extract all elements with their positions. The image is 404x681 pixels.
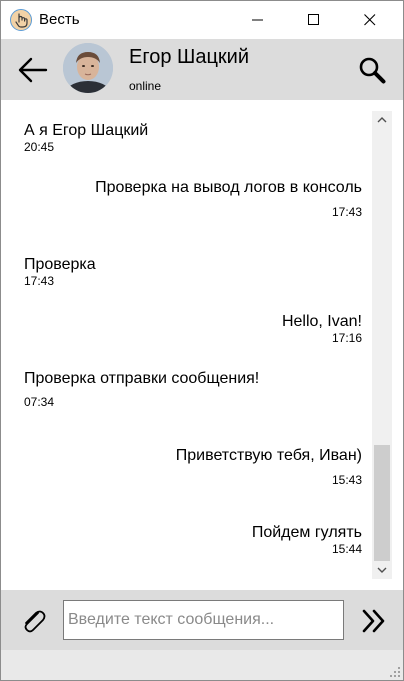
double-chevron-right-icon bbox=[362, 609, 385, 633]
search-button[interactable] bbox=[355, 53, 389, 87]
maximize-button[interactable] bbox=[291, 1, 337, 39]
message-text: Приветствую тебя, Иван) bbox=[175, 447, 362, 464]
message-outgoing: Пойдем гулять 15:44 bbox=[252, 523, 362, 556]
minimize-icon bbox=[252, 19, 263, 21]
chevron-up-icon bbox=[377, 117, 387, 123]
message-incoming: Проверка отправки сообщения! 07:34 bbox=[24, 369, 259, 409]
message-list[interactable]: А я Егор Шацкий 20:45 Проверка на вывод … bbox=[1, 100, 403, 590]
composer-bar bbox=[1, 590, 403, 650]
close-icon bbox=[364, 14, 376, 26]
message-time: 07:34 bbox=[24, 395, 55, 409]
hand-pointer-icon bbox=[10, 9, 32, 31]
message-time: 17:16 bbox=[331, 331, 362, 345]
message-time: 17:43 bbox=[24, 274, 55, 288]
chat-header: Егор Шацкий online bbox=[1, 39, 403, 100]
scroll-down-button[interactable] bbox=[372, 561, 392, 579]
attach-button[interactable] bbox=[15, 603, 51, 639]
message-text: Проверка на вывод логов в консоль bbox=[95, 179, 362, 196]
message-outgoing: Проверка на вывод логов в консоль 17:43 bbox=[95, 178, 362, 219]
contact-name: Егор Шацкий bbox=[129, 46, 249, 68]
message-text: Проверка отправки сообщения! bbox=[24, 370, 260, 387]
scroll-thumb[interactable] bbox=[374, 445, 390, 561]
message-time: 15:44 bbox=[331, 542, 362, 556]
maximize-icon bbox=[308, 14, 319, 25]
message-time: 15:43 bbox=[331, 473, 362, 487]
message-incoming: А я Егор Шацкий 20:45 bbox=[24, 121, 148, 154]
paperclip-icon bbox=[24, 610, 46, 633]
contact-status: online bbox=[129, 79, 162, 93]
message-text: Hello, Ivan! bbox=[281, 313, 362, 330]
vertical-scrollbar[interactable] bbox=[372, 111, 392, 579]
message-outgoing: Приветствую тебя, Иван) 15:43 bbox=[176, 446, 362, 487]
avatar[interactable] bbox=[63, 43, 113, 93]
message-time: 17:43 bbox=[331, 205, 362, 219]
app-window: Весть Егор Шацкий online А я Егор Шацкий… bbox=[0, 0, 404, 681]
search-icon bbox=[359, 57, 386, 84]
message-time: 20:45 bbox=[24, 140, 55, 154]
message-text: Пойдем гулять bbox=[251, 524, 362, 541]
arrow-left-icon bbox=[18, 57, 48, 83]
resize-grip-icon[interactable] bbox=[389, 666, 401, 678]
close-button[interactable] bbox=[347, 1, 393, 39]
message-outgoing: Hello, Ivan! 17:16 bbox=[282, 312, 362, 345]
message-input[interactable] bbox=[63, 600, 344, 640]
title-bar: Весть bbox=[1, 1, 403, 39]
window-title: Весть bbox=[39, 11, 80, 28]
minimize-button[interactable] bbox=[235, 1, 281, 39]
send-button[interactable] bbox=[356, 603, 392, 639]
status-strip bbox=[1, 650, 403, 680]
contact-photo bbox=[63, 43, 113, 93]
chevron-down-icon bbox=[377, 567, 387, 573]
message-text: Проверка bbox=[24, 256, 96, 273]
message-text: А я Егор Шацкий bbox=[24, 122, 149, 139]
message-incoming: Проверка 17:43 bbox=[24, 255, 96, 288]
scroll-up-button[interactable] bbox=[372, 111, 392, 129]
back-button[interactable] bbox=[15, 53, 51, 87]
